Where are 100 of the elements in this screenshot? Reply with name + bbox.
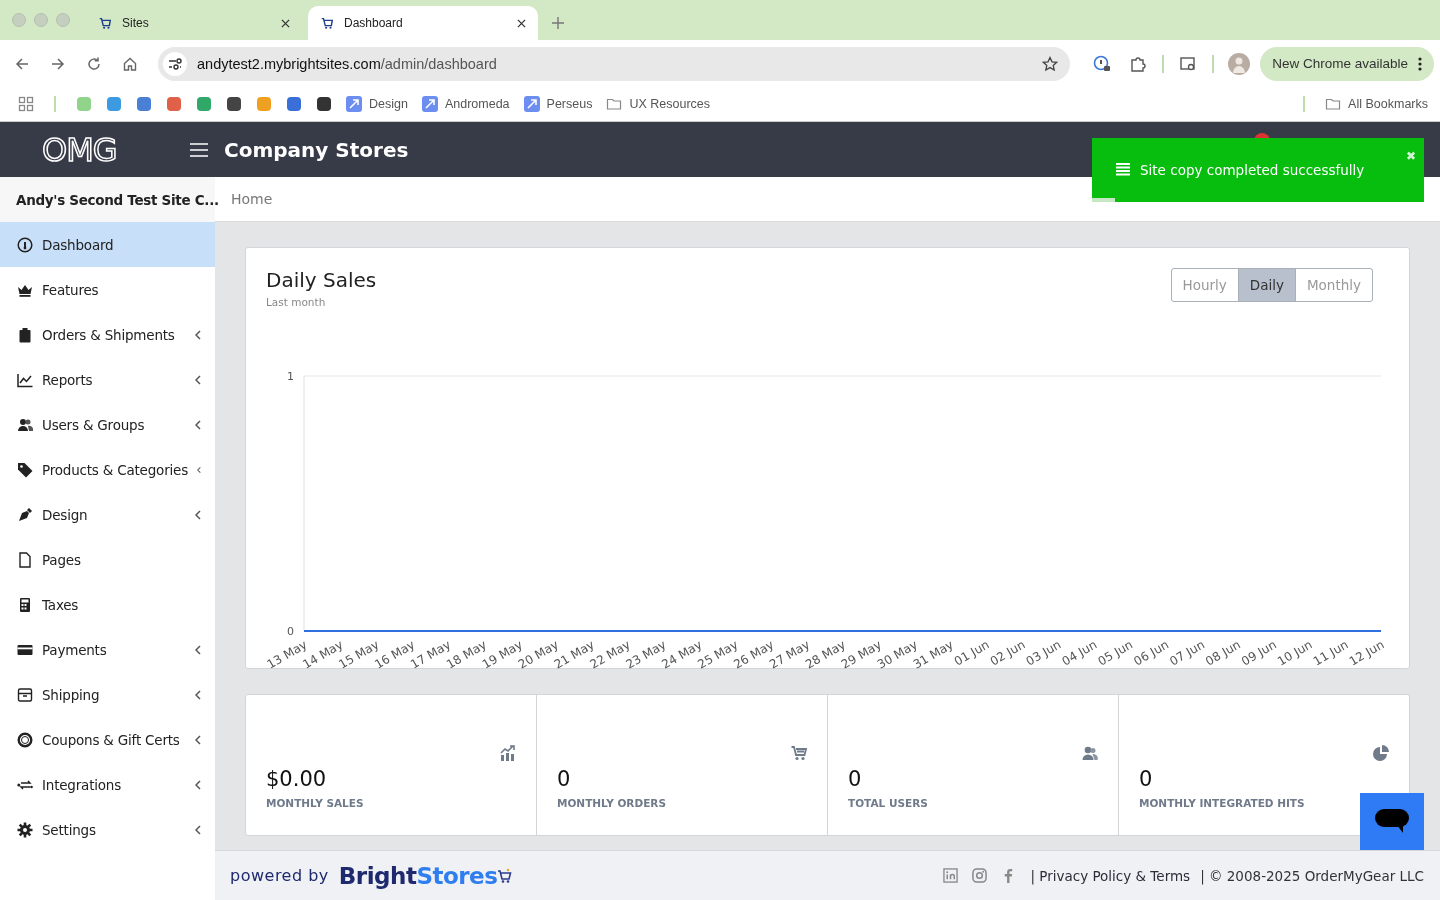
chevron-left-icon bbox=[195, 779, 201, 790]
app-icon bbox=[346, 96, 362, 112]
chevron-left-icon bbox=[195, 374, 201, 385]
cart-icon bbox=[791, 745, 807, 761]
bookmark-icon[interactable] bbox=[316, 96, 332, 112]
y-tick-label: 0 bbox=[287, 625, 294, 638]
card-title: Daily Sales bbox=[266, 268, 377, 292]
chevron-left-icon bbox=[195, 824, 201, 835]
y-tick-label: 1 bbox=[287, 370, 294, 383]
all-bookmarks-button[interactable]: All Bookmarks bbox=[1325, 96, 1428, 112]
sidebar-item[interactable]: Coupons & Gift Certs bbox=[0, 717, 215, 762]
sidebar-item[interactable]: Design bbox=[0, 492, 215, 537]
privacy-link[interactable]: | Privacy Policy & Terms bbox=[1030, 867, 1191, 884]
period-tab[interactable]: Daily bbox=[1237, 268, 1296, 302]
folder-icon bbox=[606, 96, 623, 112]
menu-icon[interactable] bbox=[190, 142, 208, 157]
close-icon[interactable] bbox=[281, 18, 290, 28]
cart-icon bbox=[98, 16, 112, 30]
chevron-left-icon bbox=[195, 509, 201, 520]
pie-icon bbox=[1373, 745, 1389, 761]
reload-icon[interactable] bbox=[86, 55, 102, 72]
tag-icon bbox=[17, 461, 33, 478]
page-icon bbox=[17, 551, 33, 568]
update-chrome-button[interactable]: New Chrome available bbox=[1260, 46, 1434, 81]
address-bar[interactable]: andytest2.mybrightsites.com/admin/dashboard bbox=[158, 46, 1071, 81]
url-text: andytest2.mybrightsites.com/admin/dashboard bbox=[197, 55, 498, 72]
puzzle-icon[interactable] bbox=[1129, 54, 1148, 73]
stat-label: TOTAL USERS bbox=[848, 797, 929, 809]
star-icon[interactable] bbox=[1042, 55, 1059, 72]
sidebar-item[interactable]: Payments bbox=[0, 627, 215, 672]
users-icon bbox=[17, 416, 33, 433]
stat-value: 0 bbox=[1139, 767, 1154, 791]
stat-label: MONTHLY INTEGRATED HITS bbox=[1139, 797, 1306, 809]
trend-icon bbox=[500, 745, 516, 761]
bookmark[interactable]: Perseus bbox=[523, 96, 593, 112]
chevron-left-icon bbox=[195, 689, 201, 700]
toast-message: Site copy completed successfully bbox=[1140, 162, 1366, 178]
sidebar-item[interactable]: Dashboard bbox=[0, 222, 215, 267]
chat-button[interactable] bbox=[1360, 793, 1424, 850]
breadcrumb-link[interactable]: Home bbox=[231, 191, 273, 207]
new-tab-icon[interactable] bbox=[552, 17, 564, 29]
bookmark[interactable]: Design bbox=[346, 96, 408, 112]
tab-search-icon[interactable] bbox=[1179, 54, 1198, 73]
stat-value: 0 bbox=[557, 767, 572, 791]
sidebar-item[interactable]: Reports bbox=[0, 357, 215, 402]
brand-logo: BrightStores bbox=[338, 862, 498, 889]
chart-icon bbox=[17, 371, 33, 388]
sidebar-item[interactable]: Users & Groups bbox=[0, 402, 215, 447]
list-icon bbox=[1116, 163, 1130, 177]
sidebar-item[interactable]: Settings bbox=[0, 807, 215, 852]
stat-value: $0.00 bbox=[266, 767, 328, 791]
ring-icon bbox=[17, 731, 33, 748]
app-icon bbox=[421, 96, 438, 112]
bookmark[interactable]: UX Resources bbox=[606, 96, 710, 112]
sidebar-item[interactable]: Shipping bbox=[0, 672, 215, 717]
chevron-left-icon bbox=[195, 734, 201, 745]
app-icon bbox=[523, 96, 540, 112]
box-icon bbox=[17, 686, 33, 703]
close-icon[interactable] bbox=[517, 18, 526, 28]
sidebar-item[interactable]: Orders & Shipments bbox=[0, 312, 215, 357]
bookmark[interactable]: Andromeda bbox=[421, 96, 510, 112]
bookmark-icon[interactable] bbox=[226, 96, 242, 112]
apps-grid-icon[interactable] bbox=[18, 96, 34, 112]
chevron-left-icon bbox=[195, 644, 201, 655]
sidebar-item[interactable]: Features bbox=[0, 267, 215, 312]
chevron-left-icon bbox=[196, 464, 201, 475]
powered-by-text: powered by bbox=[230, 866, 329, 885]
site-settings-icon[interactable] bbox=[163, 51, 187, 76]
folder-icon bbox=[1325, 96, 1342, 112]
users-icon bbox=[1082, 745, 1098, 761]
clipboard-icon bbox=[17, 326, 33, 343]
sidebar-item[interactable]: Taxes bbox=[0, 582, 215, 627]
gauge-icon bbox=[17, 236, 33, 253]
forward-icon[interactable] bbox=[50, 55, 66, 72]
sidebar-item[interactable]: Products & Categories bbox=[0, 447, 215, 492]
app-title: Company Stores bbox=[224, 137, 409, 162]
password-lock-icon[interactable] bbox=[1093, 54, 1112, 73]
more-icon[interactable] bbox=[1418, 55, 1422, 72]
logo: OMG bbox=[42, 130, 118, 169]
home-icon[interactable] bbox=[122, 55, 138, 72]
cart-icon bbox=[320, 16, 334, 30]
sidebar-item[interactable]: Integrations bbox=[0, 762, 215, 807]
calc-icon bbox=[17, 596, 33, 613]
chat-bubble-icon bbox=[1375, 808, 1409, 835]
x-tick-label: 01 Jun bbox=[951, 637, 992, 669]
stat-label: MONTHLY ORDERS bbox=[557, 797, 667, 809]
pen-icon bbox=[17, 506, 33, 523]
chevron-left-icon bbox=[195, 329, 201, 340]
stat-label: MONTHLY SALES bbox=[266, 797, 365, 809]
browser-tab[interactable]: Sites bbox=[86, 6, 302, 40]
copyright-text: | © 2008-2025 OrderMyGear LLC bbox=[1200, 867, 1424, 884]
linkedin-icon[interactable] bbox=[943, 868, 959, 883]
sidebar-item[interactable]: Pages bbox=[0, 537, 215, 582]
back-icon[interactable] bbox=[14, 55, 30, 72]
card-subtitle: Last month bbox=[266, 296, 327, 308]
gear-icon bbox=[17, 821, 33, 838]
chevron-left-icon bbox=[195, 419, 201, 430]
stat-value: 0 bbox=[848, 767, 863, 791]
instagram-icon[interactable] bbox=[972, 868, 988, 883]
browser-tab[interactable]: Dashboard bbox=[308, 6, 538, 40]
